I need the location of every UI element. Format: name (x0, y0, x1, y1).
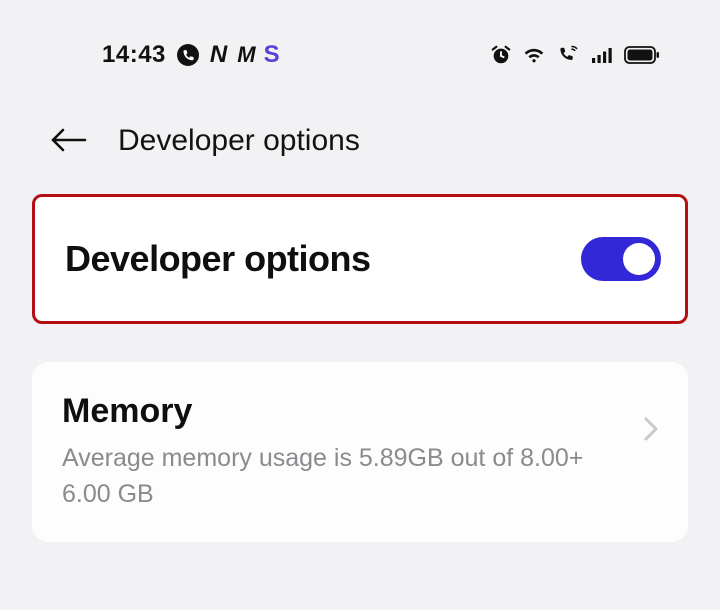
status-time: 14:43 (102, 41, 166, 69)
status-bar: 14:43 N M S (0, 0, 720, 82)
memory-card[interactable]: Memory Average memory usage is 5.89GB ou… (32, 362, 688, 542)
developer-options-toggle-label: Developer options (65, 238, 581, 280)
phone-circle-icon (176, 43, 200, 67)
signal-icon (590, 44, 614, 66)
chevron-right-icon (642, 415, 660, 448)
status-bar-right (490, 44, 660, 66)
back-button[interactable] (46, 118, 92, 164)
toggle-knob (623, 243, 655, 275)
battery-icon (624, 45, 660, 65)
memory-description: Average memory usage is 5.89GB out of 8.… (62, 441, 602, 512)
status-app-m-icon: M (237, 42, 253, 68)
developer-options-toggle-card[interactable]: Developer options (32, 194, 688, 324)
title-bar: Developer options (0, 82, 720, 194)
memory-title: Memory (62, 392, 630, 431)
status-app-n-icon: N (210, 41, 227, 69)
wifi-icon (522, 44, 546, 66)
status-app-s-icon: S (264, 41, 280, 69)
wifi-calling-icon (556, 44, 580, 66)
status-bar-left: 14:43 N M S (102, 41, 280, 69)
page-title: Developer options (118, 124, 360, 158)
content-area: Developer options Memory Average memory … (0, 194, 720, 542)
developer-options-toggle[interactable] (581, 237, 661, 281)
arrow-left-icon (49, 125, 89, 158)
alarm-icon (490, 44, 512, 66)
